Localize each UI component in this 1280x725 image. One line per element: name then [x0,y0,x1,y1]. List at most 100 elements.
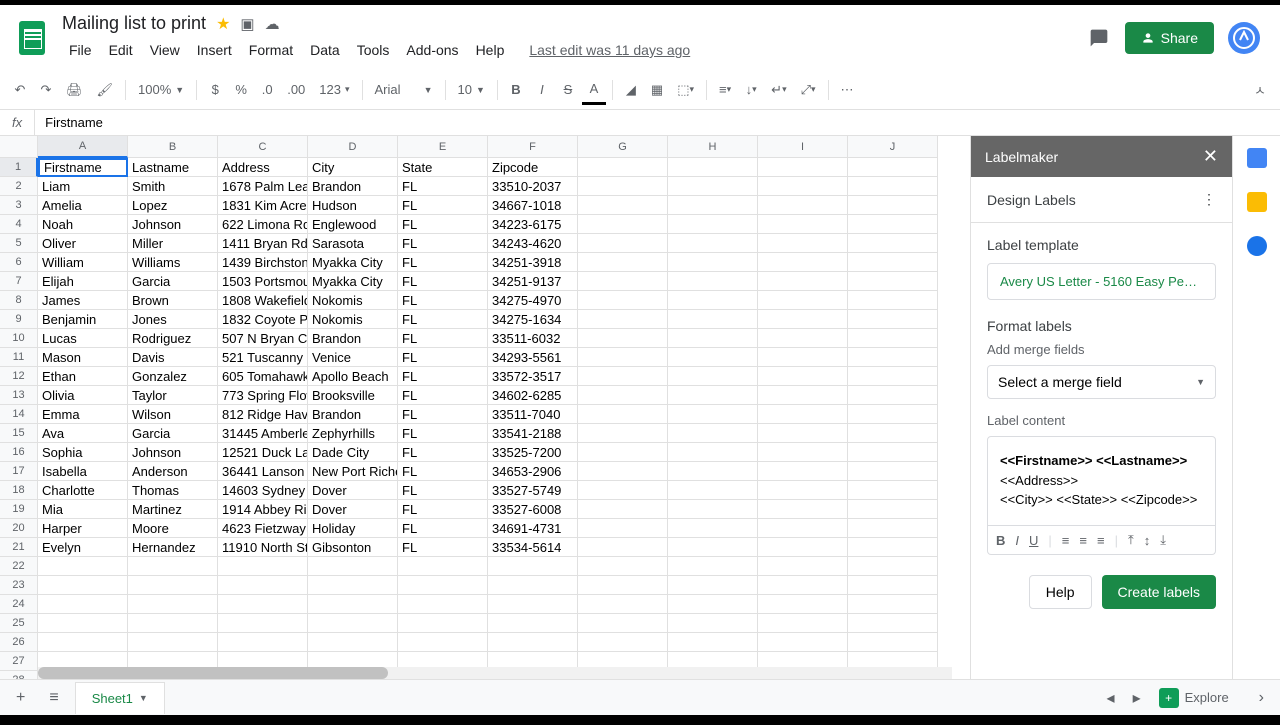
cell[interactable] [668,253,758,272]
cell[interactable]: FL [398,234,488,253]
cell[interactable] [668,310,758,329]
column-header[interactable]: A [38,136,128,158]
cell[interactable] [848,519,938,538]
cell[interactable]: Jones [128,310,218,329]
select-all-corner[interactable] [0,136,38,158]
cell[interactable]: 33527-5749 [488,481,578,500]
cell[interactable] [488,576,578,595]
cell[interactable]: 34691-4731 [488,519,578,538]
scroll-left-button[interactable]: ◂ [1099,682,1123,714]
cell[interactable]: FL [398,386,488,405]
cell[interactable] [668,215,758,234]
cell[interactable] [578,329,668,348]
cell[interactable]: Hernandez [128,538,218,557]
cell[interactable]: Evelyn [38,538,128,557]
cell[interactable] [578,462,668,481]
row-header[interactable]: 25 [0,614,38,633]
cell[interactable]: 33525-7200 [488,443,578,462]
cell[interactable] [848,481,938,500]
cell[interactable] [758,196,848,215]
cell[interactable]: Garcia [128,424,218,443]
cell[interactable] [128,595,218,614]
cell[interactable] [578,291,668,310]
cell[interactable] [488,595,578,614]
cell[interactable]: Liam [38,177,128,196]
rte-align-center-button[interactable]: ≡ [1079,533,1087,548]
rte-bold-button[interactable]: B [996,533,1005,548]
cell[interactable] [578,595,668,614]
cell[interactable]: 34602-6285 [488,386,578,405]
cell[interactable]: 34243-4620 [488,234,578,253]
cell[interactable] [218,614,308,633]
scroll-right-button[interactable]: ▸ [1125,682,1149,714]
cell[interactable]: 33511-6032 [488,329,578,348]
cell[interactable] [128,557,218,576]
cell[interactable]: 1914 Abbey Rid [218,500,308,519]
cell[interactable] [848,253,938,272]
cell[interactable] [398,595,488,614]
create-labels-button[interactable]: Create labels [1102,575,1217,609]
cell[interactable] [848,538,938,557]
cell[interactable] [578,576,668,595]
cell[interactable]: FL [398,196,488,215]
row-header[interactable]: 21 [0,538,38,557]
cell[interactable] [668,614,758,633]
row-header[interactable]: 18 [0,481,38,500]
cell[interactable]: Noah [38,215,128,234]
cell[interactable] [218,633,308,652]
cell[interactable]: FL [398,481,488,500]
cell[interactable]: Myakka City [308,253,398,272]
cell[interactable] [128,576,218,595]
cell[interactable]: Smith [128,177,218,196]
cell[interactable]: FL [398,177,488,196]
cell[interactable]: FL [398,443,488,462]
cell[interactable]: William [38,253,128,272]
cell[interactable]: 36441 Lanson A [218,462,308,481]
rte-valign-top-button[interactable]: ⤒ [1128,532,1134,548]
cell[interactable]: FL [398,538,488,557]
row-header[interactable]: 7 [0,272,38,291]
menu-edit[interactable]: Edit [102,38,140,62]
cell[interactable] [848,424,938,443]
cell[interactable] [668,500,758,519]
cell[interactable] [578,633,668,652]
cell[interactable] [668,177,758,196]
cell[interactable]: Lopez [128,196,218,215]
column-header[interactable]: C [218,136,308,158]
increase-decimal-button[interactable]: .00 [281,76,311,103]
cell[interactable]: FL [398,519,488,538]
tasks-icon[interactable] [1247,236,1267,256]
cell[interactable]: 33534-5614 [488,538,578,557]
cell[interactable] [668,481,758,500]
rte-underline-button[interactable]: U [1029,533,1038,548]
cell[interactable] [668,196,758,215]
cell[interactable] [218,576,308,595]
rte-align-right-button[interactable]: ≡ [1097,533,1105,548]
cell[interactable]: 34251-3918 [488,253,578,272]
cell[interactable] [758,614,848,633]
row-header[interactable]: 8 [0,291,38,310]
cell[interactable] [218,557,308,576]
cell[interactable]: 11910 North St [218,538,308,557]
cell[interactable] [398,633,488,652]
cell[interactable]: 12521 Duck Lak [218,443,308,462]
cell[interactable] [758,253,848,272]
rte-valign-bot-button[interactable]: ⤓ [1160,532,1166,548]
horizontal-scrollbar[interactable] [38,667,952,679]
row-header[interactable]: 5 [0,234,38,253]
cell[interactable] [488,614,578,633]
cell[interactable]: 507 N Bryan Cir [218,329,308,348]
cell[interactable]: Nokomis [308,291,398,310]
cell[interactable] [578,386,668,405]
cell[interactable] [578,367,668,386]
cell[interactable] [578,614,668,633]
cell[interactable]: Dover [308,500,398,519]
share-button[interactable]: Share [1125,22,1214,54]
cell[interactable]: Thomas [128,481,218,500]
cell[interactable]: Johnson [128,215,218,234]
currency-button[interactable]: $ [203,76,227,103]
cell[interactable] [578,538,668,557]
menu-help[interactable]: Help [469,38,512,62]
cell[interactable] [758,348,848,367]
cell[interactable] [848,576,938,595]
